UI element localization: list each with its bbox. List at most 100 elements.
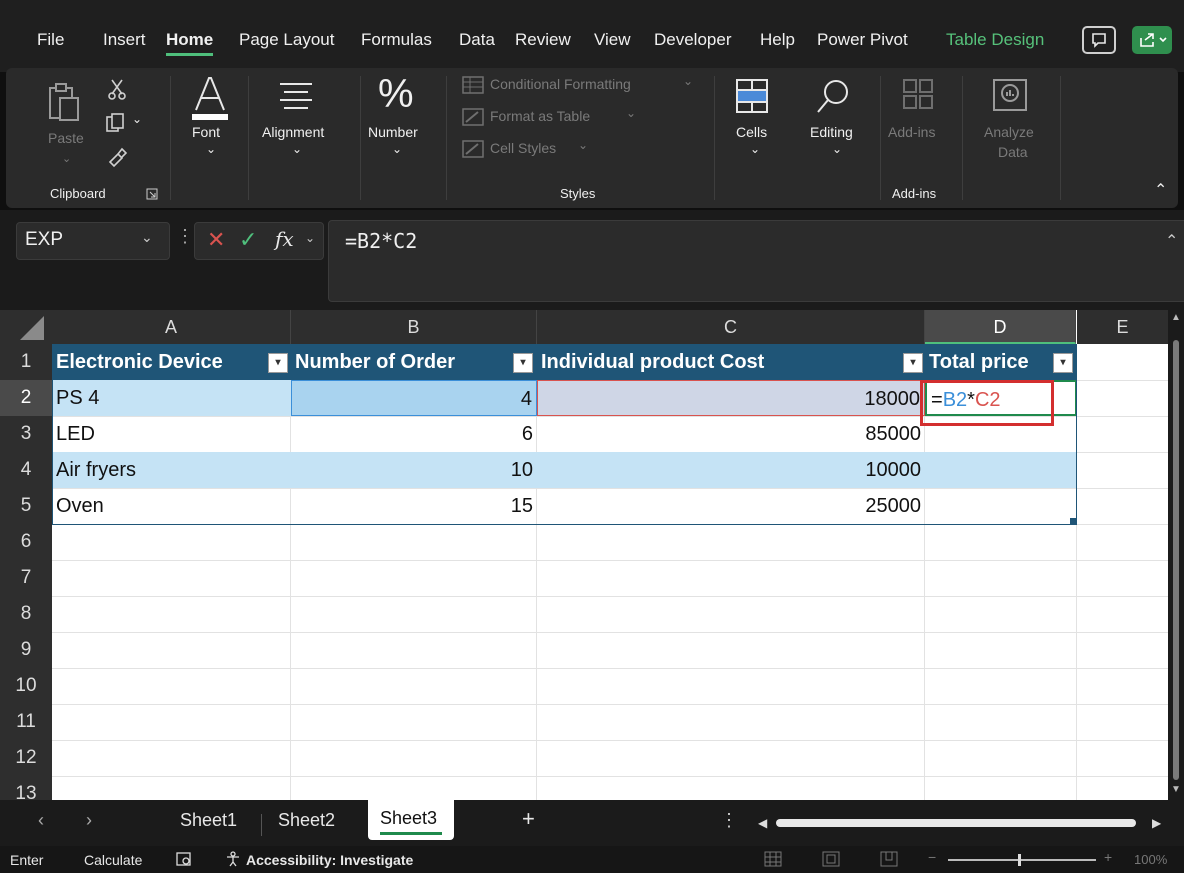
cells-label[interactable]: Cells — [736, 124, 767, 140]
tab-sheet3-active[interactable]: Sheet3 — [368, 800, 454, 840]
alignment-icon[interactable] — [276, 80, 316, 116]
cell-d4[interactable] — [925, 452, 1077, 488]
cell-a4[interactable]: Air fryers — [52, 452, 291, 488]
table-header-cost[interactable]: Individual product Cost ▾ — [537, 344, 925, 380]
cell-b5[interactable]: 15 — [291, 488, 537, 524]
copy-dropdown-icon[interactable]: ⌄ — [132, 112, 142, 126]
column-header-e[interactable]: E — [1077, 310, 1168, 344]
cell-b4[interactable]: 10 — [291, 452, 537, 488]
column-header-a[interactable]: A — [52, 310, 291, 344]
hscroll-left-icon[interactable]: ◀ — [758, 816, 767, 830]
status-calculate[interactable]: Calculate — [84, 852, 142, 868]
alignment-label[interactable]: Alignment — [262, 124, 324, 140]
tab-sheet1[interactable]: Sheet1 — [180, 810, 237, 831]
row-header-1[interactable]: 1 — [0, 344, 52, 381]
menu-power-pivot[interactable]: Power Pivot — [817, 30, 908, 50]
search-icon[interactable] — [814, 76, 854, 116]
column-header-b[interactable]: B — [291, 310, 537, 344]
cell-a2[interactable]: PS 4 — [52, 380, 291, 416]
zoom-in-icon[interactable]: + — [1104, 849, 1112, 865]
font-label[interactable]: Font — [192, 124, 220, 140]
format-as-table-icon[interactable] — [462, 108, 484, 126]
filter-dropdown-icon[interactable]: ▾ — [1053, 353, 1073, 373]
formula-input[interactable]: =B2*C2 ⌃ — [328, 220, 1184, 302]
paste-dropdown-icon[interactable]: ⌄ — [62, 152, 71, 165]
page-layout-view-icon[interactable] — [822, 851, 840, 867]
add-sheet-button[interactable]: + — [522, 806, 535, 832]
menu-data[interactable]: Data — [459, 30, 495, 50]
add-ins-icon[interactable] — [900, 76, 936, 116]
cut-icon[interactable] — [106, 78, 128, 100]
zoom-out-icon[interactable]: − — [928, 849, 936, 865]
table-header-device[interactable]: Electronic Device ▾ — [52, 344, 291, 380]
menu-help[interactable]: Help — [760, 30, 795, 50]
number-label[interactable]: Number — [368, 124, 418, 140]
format-painter-icon[interactable] — [106, 146, 128, 168]
status-accessibility[interactable]: Accessibility: Investigate — [246, 852, 413, 868]
zoom-level[interactable]: 100% — [1134, 852, 1167, 867]
name-box-dropdown-icon[interactable]: ⌄ — [141, 229, 153, 246]
tab-split-icon[interactable]: ⋮ — [720, 810, 738, 831]
cell-b3[interactable]: 6 — [291, 416, 537, 452]
analyze-data-label-1[interactable]: Analyze — [984, 124, 1034, 140]
horizontal-scroll-thumb[interactable] — [776, 819, 1136, 827]
row-header-6[interactable]: 6 — [0, 524, 52, 561]
row-header-13[interactable]: 13 — [0, 776, 52, 800]
select-all-corner[interactable] — [0, 310, 52, 344]
cell-c3[interactable]: 85000 — [537, 416, 925, 452]
format-as-table-dropdown-icon[interactable]: ⌄ — [626, 106, 636, 120]
editing-dropdown-icon[interactable]: ⌄ — [832, 142, 842, 156]
percent-icon[interactable]: % — [378, 72, 414, 117]
enter-icon[interactable]: ✓ — [239, 227, 257, 253]
name-box[interactable]: EXP ⌄ — [16, 222, 170, 260]
alignment-dropdown-icon[interactable]: ⌄ — [292, 142, 302, 156]
zoom-slider[interactable] — [948, 859, 1096, 861]
normal-view-icon[interactable] — [764, 851, 782, 867]
vertical-scroll-thumb[interactable] — [1173, 340, 1179, 780]
cancel-icon[interactable]: ✕ — [207, 227, 225, 253]
copy-icon[interactable] — [104, 112, 128, 134]
hscroll-right-icon[interactable]: ▶ — [1152, 816, 1161, 830]
conditional-formatting-dropdown-icon[interactable]: ⌄ — [683, 74, 693, 88]
row-header-5[interactable]: 5 — [0, 488, 52, 525]
conditional-formatting-icon[interactable] — [462, 76, 484, 94]
share-button[interactable] — [1132, 26, 1172, 54]
add-ins-button-label[interactable]: Add-ins — [888, 124, 935, 140]
conditional-formatting-label[interactable]: Conditional Formatting — [490, 76, 631, 92]
menu-insert[interactable]: Insert — [103, 30, 146, 50]
cell-c4[interactable]: 10000 — [537, 452, 925, 488]
menu-file[interactable]: File — [37, 30, 64, 50]
comments-button[interactable] — [1082, 26, 1116, 54]
row-header-11[interactable]: 11 — [0, 704, 52, 741]
collapse-ribbon-icon[interactable]: ⌃ — [1154, 180, 1167, 200]
font-icon[interactable] — [186, 74, 234, 122]
font-dropdown-icon[interactable]: ⌄ — [206, 142, 216, 156]
cell-styles-dropdown-icon[interactable]: ⌄ — [578, 138, 588, 152]
table-resize-handle[interactable] — [1070, 518, 1076, 524]
column-header-c[interactable]: C — [537, 310, 925, 344]
formula-bar-options-icon[interactable]: ⋮ — [176, 226, 194, 247]
tab-scroll-left-icon[interactable]: ‹ — [38, 810, 44, 831]
cell-b2[interactable]: 4 — [291, 380, 537, 416]
zoom-slider-thumb[interactable] — [1018, 854, 1021, 866]
row-header-2[interactable]: 2 — [0, 380, 52, 417]
cell-c2[interactable]: 18000 — [537, 380, 925, 416]
filter-dropdown-icon[interactable]: ▾ — [268, 353, 288, 373]
page-break-view-icon[interactable] — [880, 851, 898, 867]
vertical-scrollbar[interactable]: ▲ ▼ — [1168, 310, 1184, 800]
row-header-7[interactable]: 7 — [0, 560, 52, 597]
row-header-12[interactable]: 12 — [0, 740, 52, 777]
function-dropdown-icon[interactable]: ⌄ — [305, 231, 315, 245]
row-header-8[interactable]: 8 — [0, 596, 52, 633]
menu-developer[interactable]: Developer — [654, 30, 732, 50]
scroll-down-icon[interactable]: ▼ — [1171, 784, 1181, 795]
menu-home[interactable]: Home — [166, 30, 214, 56]
dialog-launcher-icon[interactable] — [146, 188, 158, 200]
analyze-data-icon[interactable] — [990, 74, 1030, 116]
tab-scroll-right-icon[interactable]: › — [86, 810, 92, 831]
menu-view[interactable]: View — [594, 30, 631, 50]
scroll-up-icon[interactable]: ▲ — [1171, 312, 1181, 323]
cells-icon[interactable] — [734, 76, 770, 116]
row-header-3[interactable]: 3 — [0, 416, 52, 453]
macro-record-icon[interactable] — [176, 851, 192, 867]
